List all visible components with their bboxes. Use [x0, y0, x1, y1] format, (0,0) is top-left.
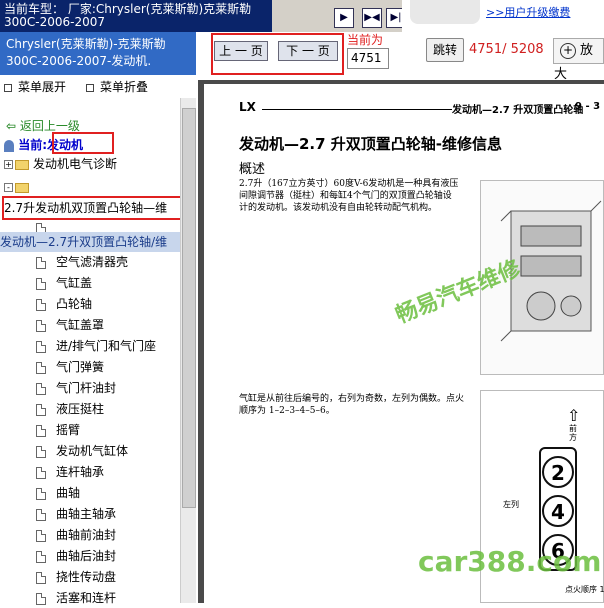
- tree-item-label: 气缸盖: [56, 276, 93, 290]
- diagram-left-bank-label: 左列: [503, 500, 519, 509]
- nav-expand-icon[interactable]: ▶◀: [362, 8, 382, 28]
- doc-page-number: 9 - 3: [575, 101, 601, 112]
- menu-expand-label: 菜单展开: [18, 80, 67, 94]
- prev-page-button[interactable]: 上 一 页: [214, 41, 268, 61]
- tree-item-label: 发动机电气诊断: [33, 157, 118, 171]
- document-icon: [36, 529, 46, 542]
- current-highlight-box: [52, 132, 114, 154]
- square-icon: [86, 83, 94, 92]
- upgrade-link[interactable]: >>用户升级缴费: [486, 4, 570, 20]
- ad-logo-icon: [410, 0, 480, 24]
- next-page-button[interactable]: 下 一 页: [278, 41, 338, 61]
- current-page-input[interactable]: 4751: [347, 48, 389, 69]
- doc-title: 发动机—2.7 升双顶置凸轮轴-维修信息: [239, 135, 503, 153]
- menu-collapse-button[interactable]: 菜单折叠: [86, 78, 148, 95]
- zoom-button[interactable]: + 放大: [553, 38, 604, 82]
- document-icon: [36, 403, 46, 416]
- document-icon: [36, 571, 46, 584]
- doc-header-rule: [262, 109, 452, 110]
- tree-item-label: 发动机气缸体: [56, 444, 129, 458]
- document-icon: [36, 277, 46, 290]
- tree-item-label: 气门杆油封: [56, 381, 117, 395]
- watermark-url: car388.com: [418, 545, 602, 578]
- folder-icon: [15, 159, 29, 170]
- document-icon: [36, 361, 46, 374]
- document-icon: [36, 340, 46, 353]
- page-count: 4751/ 5208: [469, 42, 544, 57]
- doc-header-right: 发动机—2.7 升双顶置凸轮轴: [452, 105, 584, 116]
- doc-paragraph-2: 气缸是从前往后编号的，右列为奇数，左列为偶数。点火顺序为 1–2–3–4–5–6…: [239, 394, 465, 416]
- menu-expand-button[interactable]: 菜单展开: [4, 78, 66, 95]
- tree-item-label: 挠性传动盘: [56, 570, 117, 584]
- expand-icon[interactable]: +: [4, 160, 13, 169]
- document-icon: [36, 508, 46, 521]
- zoom-in-icon: +: [560, 42, 576, 59]
- tree-item-label: 连杆轴承: [56, 465, 105, 479]
- document-icon: [36, 445, 46, 458]
- tree-item-label: 空气滤清器壳: [56, 255, 129, 269]
- folder-icon: [15, 182, 29, 193]
- sidebar-scrollbar[interactable]: [180, 98, 197, 603]
- document-icon: [36, 424, 46, 437]
- square-icon: [4, 83, 12, 92]
- tree-item[interactable]: + 发动机电气诊断: [4, 154, 184, 174]
- back-arrow-icon: ⇦: [6, 119, 17, 133]
- tree-item[interactable]: -: [4, 177, 184, 197]
- diagram-firing-label: 点火顺序 1: [565, 585, 604, 594]
- cylinder-number: 4: [542, 495, 574, 527]
- diagram-front-label: 前方: [569, 424, 577, 442]
- nav-next-icon[interactable]: ▶: [334, 8, 354, 28]
- sidebar-header: Chrysler(克莱斯勒)-克莱斯勒300C-2006-2007-发动机.: [0, 32, 196, 75]
- tree-item-label: 曲轴主轴承: [56, 507, 117, 521]
- document-icon: [36, 256, 46, 269]
- menu-collapse-label: 菜单折叠: [100, 80, 149, 94]
- doc-paragraph-1: 2.7升（167立方英寸）60度V-6发动机是一种具有液压间隙调节器（挺柱）和每…: [239, 179, 459, 213]
- tree-item-label: 液压挺柱: [56, 402, 105, 416]
- tree-item-label: 曲轴: [56, 486, 81, 500]
- tree-item-label: 摇臂: [56, 423, 81, 437]
- document-icon: [36, 382, 46, 395]
- tree-item-label: 气缸盖罩: [56, 318, 105, 332]
- tree-item-label: 发动机—2.7升双顶置凸轮轴/维: [0, 235, 168, 249]
- document-icon: [36, 298, 46, 311]
- tree-item-label: 曲轴前油封: [56, 528, 117, 542]
- person-icon: [4, 139, 14, 152]
- tree-item[interactable]: 2.7升发动机双顶置凸轮轴—维: [2, 196, 182, 220]
- collapse-icon[interactable]: -: [4, 183, 13, 192]
- scrollbar-thumb[interactable]: [182, 108, 196, 508]
- tree-item-label: 凸轮轴: [56, 297, 93, 311]
- tree-item-label: 进/排气门和气门座: [56, 339, 157, 353]
- cylinder-number: 2: [542, 456, 574, 488]
- back-label: 返回上一级: [19, 119, 80, 133]
- front-arrow-icon: ⇧: [567, 406, 581, 425]
- document-icon: [36, 466, 46, 479]
- tree-item[interactable]: 发动机—2.7升双顶置凸轮轴/维: [0, 232, 180, 252]
- jump-button[interactable]: 跳转: [426, 38, 464, 62]
- tree-item-label: 曲轴后油封: [56, 549, 117, 563]
- current-page-label: 当前为: [347, 33, 384, 47]
- tree-item-label: 2.7升发动机双顶置凸轮轴—维: [4, 201, 168, 215]
- document-icon: [36, 487, 46, 500]
- doc-header-left: LX: [239, 100, 256, 114]
- document-icon: [36, 550, 46, 563]
- doc-section-heading: 概述: [239, 162, 266, 177]
- menu-bar: 菜单展开 菜单折叠: [0, 78, 190, 98]
- vehicle-title: 当前车型： 厂家:Chrysler(克莱斯勒)克莱斯勒300C-2006-200…: [0, 0, 272, 32]
- document-icon: [36, 319, 46, 332]
- tree-item-label: 气门弹簧: [56, 360, 105, 374]
